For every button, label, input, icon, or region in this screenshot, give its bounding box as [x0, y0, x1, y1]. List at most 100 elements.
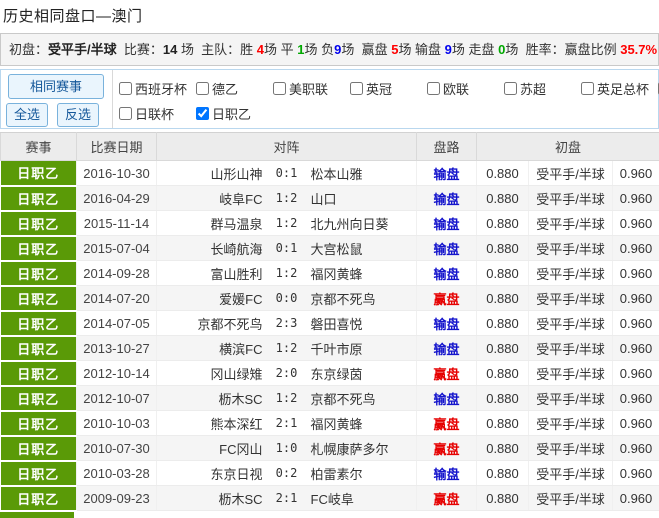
handicap-label: 受平手/半球 — [529, 386, 613, 411]
summary-segment: 比赛： — [117, 42, 163, 57]
league-filter-日联杯[interactable]: 日联杯 — [119, 104, 196, 123]
league-checkbox-label: 日联杯 — [135, 104, 174, 123]
score: 1:2 — [263, 341, 311, 355]
score: 1:0 — [263, 441, 311, 455]
matchup-wrap: 爱媛FC0:0京都不死鸟 — [161, 289, 412, 308]
odds-close: 0.960 — [613, 486, 659, 511]
league-checkbox[interactable] — [581, 82, 594, 95]
odds-close: 0.960 — [613, 461, 659, 486]
match-date: 2013-10-27 — [77, 336, 157, 361]
league-filter-德乙[interactable]: 德乙 — [196, 79, 273, 98]
odds-close: 0.960 — [613, 336, 659, 361]
league-checkbox[interactable] — [273, 82, 286, 95]
home-team: 枥木SC — [161, 389, 263, 408]
matchup-wrap: 熊本深红2:1福冈黄蜂 — [161, 414, 412, 433]
league-checkbox[interactable] — [196, 82, 209, 95]
result-label: 赢盘 — [417, 436, 477, 461]
score: 0:0 — [263, 291, 311, 305]
score: 2:1 — [263, 416, 311, 430]
home-team: 京都不死鸟 — [161, 314, 263, 333]
odds-open: 0.880 — [477, 336, 529, 361]
matchup-wrap: 京都不死鸟2:3磐田喜悦 — [161, 314, 412, 333]
league-checkbox[interactable] — [350, 82, 363, 95]
matchup: 富山胜利1:2福冈黄蜂 — [157, 261, 417, 286]
odds-close: 0.960 — [613, 286, 659, 311]
home-team: 山形山神 — [161, 164, 263, 183]
odds-close: 0.960 — [613, 361, 659, 386]
league-filter-英足总杯[interactable]: 英足总杯 — [581, 79, 658, 98]
league-checkbox[interactable] — [196, 107, 209, 120]
header-matchup: 对阵 — [157, 133, 417, 161]
matchup: 枥木SC1:2京都不死鸟 — [157, 386, 417, 411]
table-row: 日职乙2010-03-28东京日视0:2柏雷素尔输盘0.880受平手/半球0.9… — [1, 461, 659, 486]
home-team: 冈山绿雉 — [161, 364, 263, 383]
odds-open: 0.880 — [477, 236, 529, 261]
score: 1:2 — [263, 191, 311, 205]
select-all-button[interactable]: 全选 — [6, 103, 48, 127]
score: 0:2 — [263, 466, 311, 480]
summary-segment: 9 — [445, 42, 452, 57]
score: 2:0 — [263, 366, 311, 380]
odds-open: 0.880 — [477, 436, 529, 461]
league-badge: 日职乙 — [1, 186, 77, 211]
away-team: 京都不死鸟 — [311, 289, 413, 308]
league-filter-欧联[interactable]: 欧联 — [427, 79, 504, 98]
match-date: 2010-03-28 — [77, 461, 157, 486]
league-checkbox[interactable] — [119, 107, 132, 120]
table-row: 日职乙2016-04-29岐阜FC1:2山口输盘0.880受平手/半球0.960 — [1, 186, 659, 211]
matchup: FC冈山1:0札幌康萨多尔 — [157, 436, 417, 461]
league-badge: 日职乙 — [1, 336, 77, 361]
history-table: 赛事 比赛日期 对阵 盘路 初盘 日职乙2016-10-30山形山神0:1松本山… — [0, 132, 659, 512]
away-team: 札幌康萨多尔 — [311, 439, 413, 458]
matchup-wrap: FC冈山1:0札幌康萨多尔 — [161, 439, 412, 458]
match-date: 2015-07-04 — [77, 236, 157, 261]
invert-selection-button[interactable]: 反选 — [57, 103, 99, 127]
league-checkbox[interactable] — [119, 82, 132, 95]
result-label: 输盘 — [417, 311, 477, 336]
score: 1:2 — [263, 391, 311, 405]
handicap-label: 受平手/半球 — [529, 311, 613, 336]
away-team: 北九州向日葵 — [311, 214, 413, 233]
home-team: FC冈山 — [161, 439, 263, 458]
score: 1:2 — [263, 266, 311, 280]
summary-segment: 场 走盘 — [452, 42, 498, 57]
league-checkbox[interactable] — [504, 82, 517, 95]
result-label: 输盘 — [417, 236, 477, 261]
same-events-button[interactable]: 相同赛事 — [8, 74, 104, 99]
summary-segment: 4 — [257, 42, 264, 57]
league-filter-美职联[interactable]: 美职联 — [273, 79, 350, 98]
league-badge: 日职乙 — [1, 211, 77, 236]
matchup-wrap: 东京日视0:2柏雷素尔 — [161, 464, 412, 483]
league-badge: 日职乙 — [1, 286, 77, 311]
result-label: 赢盘 — [417, 486, 477, 511]
odds-close: 0.960 — [613, 261, 659, 286]
league-filter-英冠[interactable]: 英冠 — [350, 79, 427, 98]
handicap-label: 受平手/半球 — [529, 161, 613, 186]
league-filter-苏超[interactable]: 苏超 — [504, 79, 581, 98]
table-row: 日职乙2013-10-27横滨FC1:2千叶市原输盘0.880受平手/半球0.9… — [1, 336, 659, 361]
handicap-label: 受平手/半球 — [529, 361, 613, 386]
table-row: 日职乙2014-09-28富山胜利1:2福冈黄蜂输盘0.880受平手/半球0.9… — [1, 261, 659, 286]
summary-segment: 初盘： — [9, 42, 48, 57]
filter-panel: 相同赛事 全选 反选 西班牙杯德乙美职联英冠欧联苏超英足总杯荷甲日联杯日职乙 — [0, 69, 659, 129]
odds-close: 0.960 — [613, 211, 659, 236]
summary-segment: 场 平 — [264, 42, 297, 57]
league-badge: 日职乙 — [1, 161, 77, 186]
summary-bar: 初盘：受平手/半球 比赛：14 场 主队：胜 4场 平 1场 负9场 赢盘 5场… — [0, 33, 659, 66]
summary-segment: 14 — [163, 42, 177, 57]
summary-segment: 场 胜率：赢盘比例 — [505, 42, 620, 57]
table-row: 日职乙2010-10-03熊本深红2:1福冈黄蜂赢盘0.880受平手/半球0.9… — [1, 411, 659, 436]
league-badge: 日职乙 — [1, 486, 77, 511]
matchup: 爱媛FC0:0京都不死鸟 — [157, 286, 417, 311]
matchup: 长崎航海0:1大宫松鼠 — [157, 236, 417, 261]
league-checkbox[interactable] — [427, 82, 440, 95]
result-label: 赢盘 — [417, 361, 477, 386]
table-row: 日职乙2016-10-30山形山神0:1松本山雅输盘0.880受平手/半球0.9… — [1, 161, 659, 186]
table-row: 日职乙2015-07-04长崎航海0:1大宫松鼠输盘0.880受平手/半球0.9… — [1, 236, 659, 261]
table-row: 日职乙2014-07-20爱媛FC0:0京都不死鸟赢盘0.880受平手/半球0.… — [1, 286, 659, 311]
away-team: 大宫松鼠 — [311, 239, 413, 258]
league-filter-日职乙[interactable]: 日职乙 — [196, 104, 273, 123]
matchup-wrap: 横滨FC1:2千叶市原 — [161, 339, 412, 358]
league-filter-西班牙杯[interactable]: 西班牙杯 — [119, 79, 196, 98]
handicap-label: 受平手/半球 — [529, 261, 613, 286]
